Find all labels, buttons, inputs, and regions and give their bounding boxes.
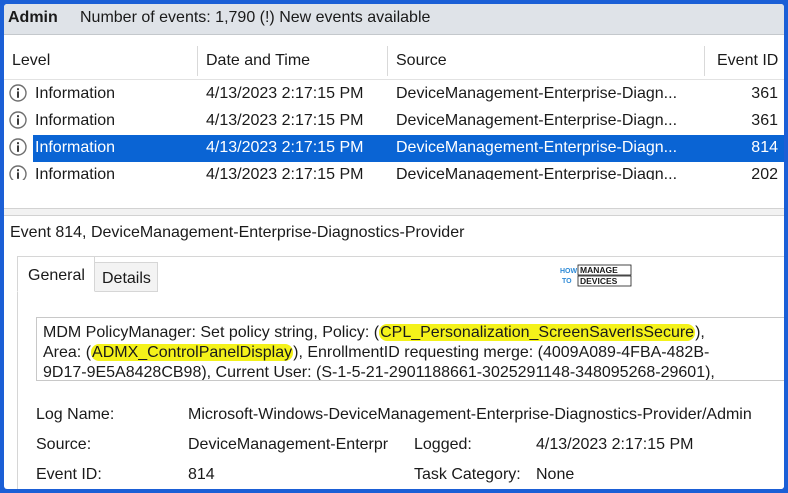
event-title: Event 814, DeviceManagement-Enterprise-D… bbox=[10, 224, 465, 241]
task-category-value: None bbox=[536, 466, 575, 483]
row-source: DeviceManagement-Enterprise-Diagn... bbox=[396, 166, 678, 180]
logo-devices: DEVICES bbox=[580, 276, 618, 286]
event-description-box[interactable]: MDM PolicyManager: Set policy string, Po… bbox=[36, 317, 784, 381]
description-text: MDM PolicyManager: Set policy string, Po… bbox=[43, 324, 380, 341]
log-name: Admin bbox=[8, 9, 58, 26]
description-text: ), bbox=[695, 324, 705, 341]
row-source: DeviceManagement-Enterprise-Diagn... bbox=[396, 112, 678, 129]
row-event-id: 814 bbox=[751, 139, 778, 156]
description-line-2: Area: (ADMX_ControlPanelDisplay), Enroll… bbox=[43, 344, 709, 362]
information-icon bbox=[9, 138, 27, 156]
row-source: DeviceManagement-Enterprise-Diagn... bbox=[396, 139, 678, 156]
row-date-time: 4/13/2023 2:17:15 PM bbox=[206, 139, 364, 156]
row-date-time: 4/13/2023 2:17:15 PM bbox=[206, 112, 364, 129]
row-event-id: 202 bbox=[751, 166, 778, 180]
description-text: ), EnrollmentID requesting merge: (4009A… bbox=[293, 344, 710, 361]
event-id-value: 814 bbox=[188, 466, 215, 483]
row-date-time: 4/13/2023 2:17:15 PM bbox=[206, 85, 364, 102]
table-row[interactable]: Information 4/13/2023 2:17:15 PM DeviceM… bbox=[4, 108, 784, 135]
logged-value: 4/13/2023 2:17:15 PM bbox=[536, 436, 694, 453]
row-level: Information bbox=[35, 112, 116, 129]
event-viewer-window: Admin Number of events: 1,790 (!) New ev… bbox=[4, 4, 784, 489]
information-icon bbox=[9, 111, 27, 129]
description-line-3: 9D17-9E5A8428CB98), Current User: (S-1-5… bbox=[43, 364, 715, 381]
tab-details-label: Details bbox=[102, 270, 151, 287]
description-text: Area: ( bbox=[43, 344, 92, 361]
row-event-id: 361 bbox=[751, 112, 778, 129]
description-line-1: MDM PolicyManager: Set policy string, Po… bbox=[43, 324, 705, 342]
source-label: Source: bbox=[36, 436, 92, 453]
howto-manage-devices-logo: HOW TO MANAGE DEVICES bbox=[560, 264, 632, 287]
column-divider[interactable] bbox=[387, 46, 388, 76]
information-icon bbox=[9, 165, 27, 180]
logo-manage: MANAGE bbox=[580, 265, 618, 275]
logo-to: TO bbox=[562, 278, 572, 285]
pane-splitter[interactable] bbox=[4, 208, 784, 216]
log-name-value: Microsoft-Windows-DeviceManagement-Enter… bbox=[188, 406, 752, 423]
column-divider[interactable] bbox=[197, 46, 198, 76]
log-header: Admin Number of events: 1,790 (!) New ev… bbox=[4, 4, 784, 35]
row-date-time: 4/13/2023 2:17:15 PM bbox=[206, 166, 364, 180]
policy-name-highlight: CPL_Personalization_ScreenSaverIsSecure bbox=[379, 324, 696, 341]
tab-general-label: General bbox=[28, 267, 85, 284]
column-level[interactable]: Level bbox=[12, 52, 50, 70]
row-level: Information bbox=[35, 85, 116, 102]
row-event-id: 361 bbox=[751, 85, 778, 102]
logo-how: HOW bbox=[560, 268, 578, 275]
column-event-id[interactable]: Event ID bbox=[717, 52, 778, 70]
row-level: Information bbox=[35, 166, 116, 180]
table-row-selected[interactable]: Information 4/13/2023 2:17:15 PM DeviceM… bbox=[33, 135, 784, 162]
column-source[interactable]: Source bbox=[396, 52, 447, 70]
row-source: DeviceManagement-Enterprise-Diagn... bbox=[396, 85, 678, 102]
table-row[interactable]: Information 4/13/2023 2:17:15 PM DeviceM… bbox=[4, 81, 784, 108]
area-name-highlight: ADMX_ControlPanelDisplay bbox=[91, 344, 294, 361]
event-id-label: Event ID: bbox=[36, 466, 102, 483]
row-level: Information bbox=[35, 139, 116, 156]
log-name-label: Log Name: bbox=[36, 406, 115, 423]
task-category-label: Task Category: bbox=[414, 466, 521, 483]
column-divider[interactable] bbox=[704, 46, 705, 76]
logged-label: Logged: bbox=[414, 436, 472, 453]
event-count: Number of events: 1,790 (!) New events a… bbox=[80, 9, 431, 26]
source-value: DeviceManagement-Enterpr bbox=[188, 436, 389, 453]
tab-general[interactable]: General bbox=[17, 256, 95, 292]
table-row[interactable]: Information 4/13/2023 2:17:15 PM DeviceM… bbox=[4, 162, 784, 180]
information-icon bbox=[9, 84, 27, 102]
tab-details[interactable]: Details bbox=[94, 262, 158, 292]
column-date-time[interactable]: Date and Time bbox=[206, 52, 310, 70]
column-header-row: Level Date and Time Source Event ID bbox=[4, 35, 784, 80]
